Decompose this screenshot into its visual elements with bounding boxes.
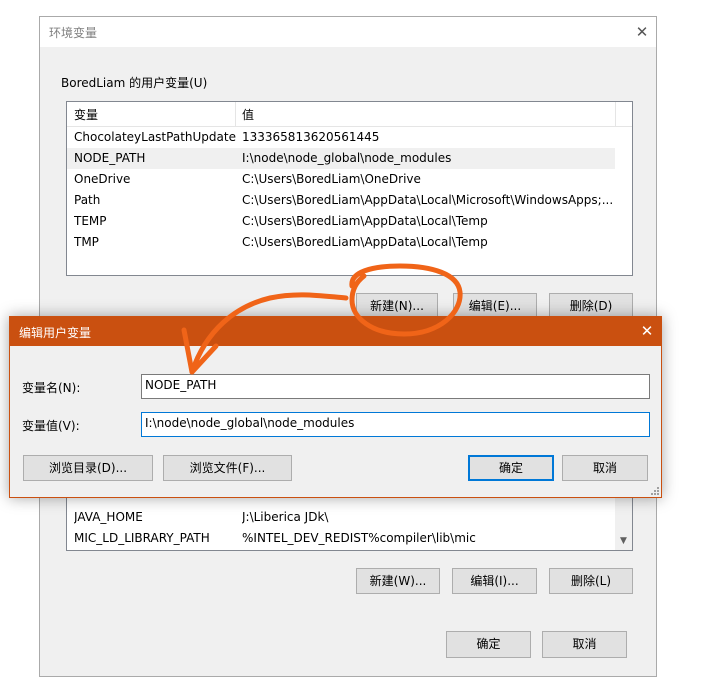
- system-edit-button[interactable]: 编辑(I)...: [452, 568, 537, 594]
- user-variables-group-label: BoredLiam 的用户变量(U): [61, 76, 208, 90]
- variable-name: Path: [74, 193, 101, 207]
- variable-name: OneDrive: [74, 172, 131, 186]
- dialog-ok-button[interactable]: 确定: [468, 455, 554, 481]
- chevron-down-icon[interactable]: ▼: [615, 534, 632, 548]
- variable-value-input[interactable]: I:\node\node_global\node_modules: [141, 412, 650, 437]
- close-icon[interactable]: ✕: [630, 20, 654, 44]
- resize-grip-icon[interactable]: [650, 486, 660, 496]
- variable-name: TMP: [74, 235, 99, 249]
- column-header-value[interactable]: 值: [242, 106, 254, 123]
- variable-value-label: 变量值(V):: [22, 419, 80, 433]
- browse-file-button[interactable]: 浏览文件(F)...: [163, 455, 292, 481]
- dialog-cancel-button[interactable]: 取消: [562, 455, 648, 481]
- close-icon[interactable]: ✕: [634, 319, 660, 343]
- variable-name: TEMP: [74, 214, 107, 228]
- edit-user-variable-dialog: 编辑用户变量 ✕ 变量名(N): NODE_PATH 变量值(V): I:\no…: [9, 316, 662, 498]
- dialog-title-bar: 编辑用户变量 ✕: [10, 317, 661, 346]
- cancel-button[interactable]: 取消: [542, 631, 627, 658]
- variable-name: JAVA_HOME: [74, 510, 143, 524]
- table-row[interactable]: Path C:\Users\BoredLiam\AppData\Local\Mi…: [67, 190, 615, 211]
- column-separator[interactable]: [235, 102, 236, 126]
- table-row-selected[interactable]: NODE_PATH I:\node\node_global\node_modul…: [67, 148, 615, 169]
- variable-value: C:\Users\BoredLiam\OneDrive: [242, 172, 421, 186]
- table-row[interactable]: TMP C:\Users\BoredLiam\AppData\Local\Tem…: [67, 232, 615, 253]
- browse-directory-button[interactable]: 浏览目录(D)...: [23, 455, 153, 481]
- table-row[interactable]: TEMP C:\Users\BoredLiam\AppData\Local\Te…: [67, 211, 615, 232]
- column-separator[interactable]: [615, 102, 616, 126]
- variable-name: NODE_PATH: [74, 151, 146, 165]
- dialog-title: 编辑用户变量: [19, 326, 92, 340]
- table-row[interactable]: OneDrive C:\Users\BoredLiam\OneDrive: [67, 169, 615, 190]
- variable-value: J:\Liberica JDk\: [242, 510, 329, 524]
- variable-name-label: 变量名(N):: [22, 381, 81, 395]
- user-variables-list[interactable]: 变量 值 ChocolateyLastPathUpdate 1333658136…: [66, 101, 633, 276]
- variable-name: MIC_LD_LIBRARY_PATH: [74, 531, 210, 545]
- system-delete-button[interactable]: 删除(L): [549, 568, 633, 594]
- column-header-variable[interactable]: 变量: [74, 106, 98, 123]
- table-row[interactable]: MIC_LD_LIBRARY_PATH %INTEL_DEV_REDIST%co…: [67, 528, 615, 549]
- window-title: 环境变量: [49, 26, 98, 40]
- variable-value: I:\node\node_global\node_modules: [242, 151, 452, 165]
- list-header: 变量 值: [67, 102, 632, 127]
- table-row[interactable]: ChocolateyLastPathUpdate 133365813620561…: [67, 127, 615, 148]
- variable-value: C:\Users\BoredLiam\AppData\Local\Temp: [242, 235, 488, 249]
- table-row[interactable]: JAVA_HOME J:\Liberica JDk\: [67, 507, 615, 528]
- variable-value: C:\Users\BoredLiam\AppData\Local\Microso…: [242, 193, 614, 207]
- title-bar: 环境变量 ✕: [40, 17, 656, 47]
- variable-value: %INTEL_DEV_REDIST%compiler\lib\mic: [242, 531, 476, 545]
- ok-button[interactable]: 确定: [446, 631, 531, 658]
- variable-value: 133365813620561445: [242, 130, 380, 144]
- variable-name-input[interactable]: NODE_PATH: [141, 374, 650, 399]
- variable-value: C:\Users\BoredLiam\AppData\Local\Temp: [242, 214, 488, 228]
- variable-name: ChocolateyLastPathUpdate: [74, 130, 236, 144]
- system-new-button[interactable]: 新建(W)...: [356, 568, 440, 594]
